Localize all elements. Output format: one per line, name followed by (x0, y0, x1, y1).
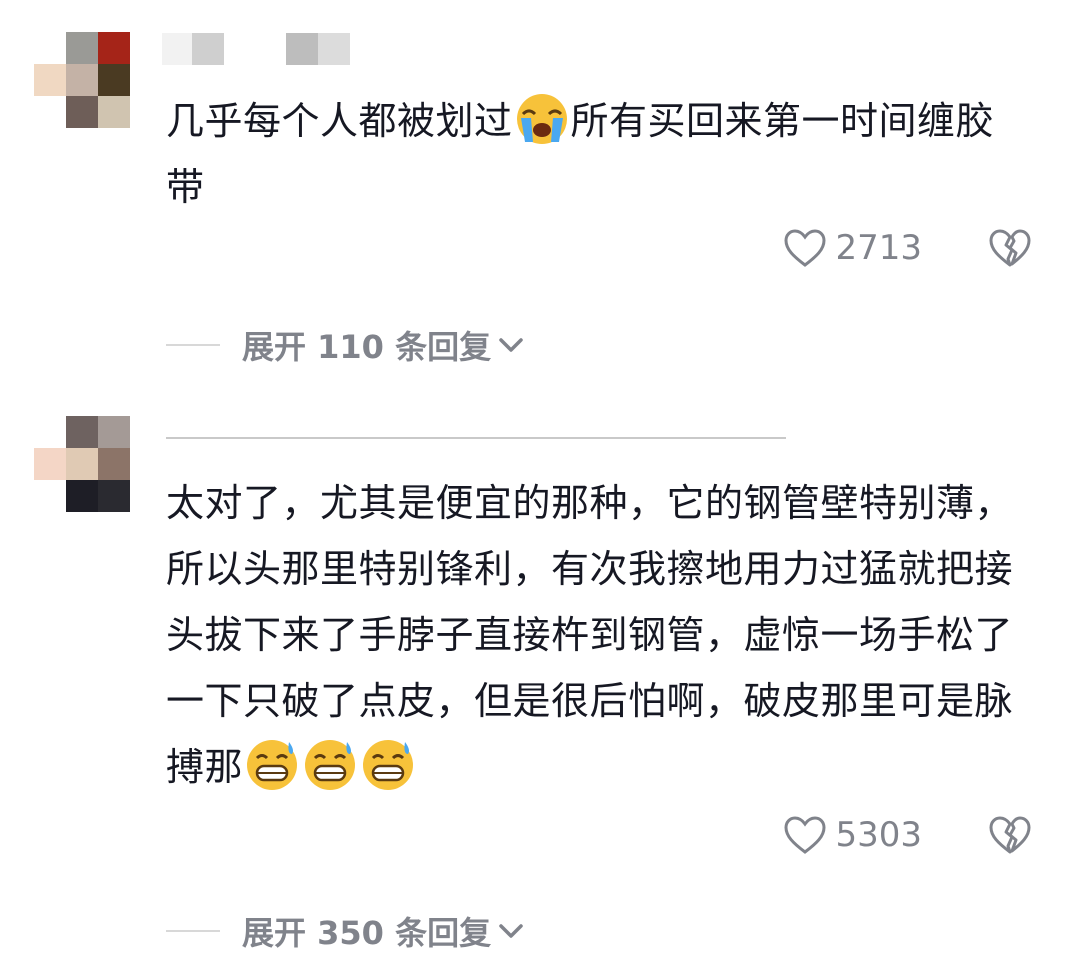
grinning-face-with-sweat-icon (305, 740, 356, 790)
divider (166, 930, 220, 932)
like-button[interactable]: 5303 (783, 815, 922, 855)
expand-replies-label: 展开 110 条回复 (242, 328, 492, 366)
like-count: 5303 (835, 815, 922, 855)
expand-replies-label: 展开 350 条回复 (242, 914, 492, 952)
username-redacted[interactable] (166, 437, 786, 439)
comment-actions: 5303 (783, 815, 1032, 855)
heart-outline-icon (784, 816, 826, 854)
comment-actions: 2713 (783, 228, 1032, 268)
expand-replies-button[interactable]: 展开 110 条回复 (166, 322, 525, 368)
divider (166, 344, 220, 346)
username-redacted[interactable] (162, 33, 350, 65)
comment-text-part: 几乎每个人都被划过 (166, 99, 513, 143)
comment-text: 几乎每个人都被划过 所有买回来第一时间缠胶带 (166, 88, 1026, 220)
comment-item: 太对了，尤其是便宜的那种，它的钢管壁特别薄，所以头那里特别锋利，有次我擦地用力过… (0, 400, 1080, 973)
broken-heart-icon[interactable] (988, 815, 1032, 855)
chevron-down-icon (499, 924, 523, 938)
grinning-face-with-sweat-icon (247, 740, 298, 790)
expand-replies-button[interactable]: 展开 350 条回复 (166, 908, 525, 954)
heart-outline-icon (784, 229, 826, 267)
avatar[interactable] (34, 32, 130, 128)
chevron-down-icon (499, 338, 523, 352)
broken-heart-icon[interactable] (988, 228, 1032, 268)
like-count: 2713 (835, 228, 922, 268)
loudly-crying-face-icon (516, 94, 567, 144)
comment-item: 几乎每个人都被划过 所有买回来第一时间缠胶带 2713 展开 110 条回复 (0, 0, 1080, 400)
grinning-face-with-sweat-icon (363, 740, 414, 790)
like-button[interactable]: 2713 (783, 228, 922, 268)
comment-text: 太对了，尤其是便宜的那种，它的钢管壁特别薄，所以头那里特别锋利，有次我擦地用力过… (166, 470, 1026, 800)
avatar[interactable] (34, 416, 130, 512)
